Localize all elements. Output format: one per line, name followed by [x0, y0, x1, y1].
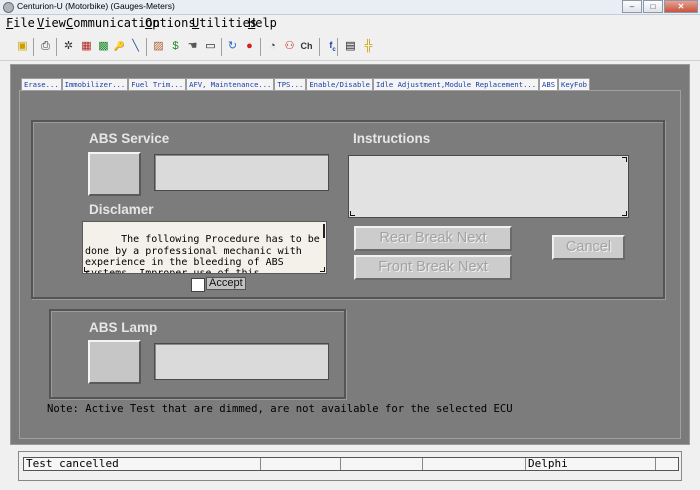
abs-lamp-field — [154, 343, 329, 380]
menu-options[interactable]: Options — [145, 16, 196, 30]
tab-strip: Erase... Immobilizer... Fuel Trim... AFV… — [21, 78, 590, 90]
resize-corner-icon — [622, 157, 627, 162]
ch-icon[interactable]: Ch — [298, 38, 315, 55]
minimize-button[interactable]: – — [622, 0, 642, 13]
app-icon — [3, 2, 14, 13]
connect-icon[interactable]: ▣ — [14, 38, 31, 55]
tool-icon[interactable]: ╲ — [127, 38, 144, 55]
tab-afv-maintenance[interactable]: AFV, Maintenance... — [186, 78, 275, 90]
car-icon[interactable]: ◔ — [264, 38, 281, 55]
disclaimer-text: The following Procedure has to be done b… — [85, 234, 326, 274]
scan-icon[interactable]: ✲ — [60, 38, 77, 55]
front-break-next-button[interactable]: Front Break Next — [354, 255, 512, 280]
title-bar: Centurion-U (Motorbike) (Gauges-Meters) … — [0, 0, 700, 15]
window-title: Centurion-U (Motorbike) (Gauges-Meters) — [17, 1, 175, 11]
resize-corner-icon — [84, 267, 89, 272]
network-icon[interactable]: ╬ — [360, 38, 377, 55]
menu-view[interactable]: View — [37, 16, 66, 30]
tab-abs[interactable]: ABS — [539, 78, 559, 90]
stop-icon[interactable]: ● — [241, 38, 258, 55]
tab-keyfob[interactable]: KeyFob — [558, 78, 590, 90]
abs-tab-panel: ABS Service Instructions Disclamer The f… — [19, 90, 681, 439]
hand-icon[interactable]: ☚ — [184, 38, 201, 55]
maximize-button[interactable]: □ — [643, 0, 663, 13]
menu-bar: File View Communication Options Utilitie… — [0, 15, 700, 33]
resize-corner-icon — [320, 267, 325, 272]
motorbike-icon[interactable]: ⚇ — [281, 38, 298, 55]
toolbar: ▣ ⎙ ✲ ▦ ▩ 🔑 ╲ ▨ $ ☚ ▭ ↻ ● ◔ ⚇ Ch fc ▤ ╬ — [0, 33, 700, 61]
resize-corner-icon — [350, 211, 355, 216]
status-message: Test cancelled — [24, 458, 261, 470]
toolbar-separator — [33, 38, 34, 56]
abs-service-title: ABS Service — [89, 131, 170, 146]
tab-erase[interactable]: Erase... — [21, 78, 62, 90]
status-cell — [423, 458, 526, 470]
disclaimer-title: Disclamer — [89, 202, 154, 217]
status-panels: Test cancelled Delphi — [23, 457, 679, 471]
toolbar-separator — [56, 38, 57, 56]
accept-checkbox[interactable] — [191, 278, 205, 292]
menu-help[interactable]: Help — [248, 16, 277, 30]
toolbar-separator — [146, 38, 147, 56]
accept-label[interactable]: Accept — [206, 277, 246, 290]
tab-immobilizer[interactable]: Immobilizer... — [61, 78, 129, 90]
tab-tps[interactable]: TPS... — [274, 78, 307, 90]
abs-lamp-title: ABS Lamp — [89, 320, 158, 335]
abs-service-field — [154, 154, 329, 191]
disclaimer-textarea[interactable]: The following Procedure has to be done b… — [82, 221, 327, 274]
menu-file[interactable]: File — [6, 16, 35, 30]
calculator-icon[interactable]: fc — [324, 38, 341, 55]
key-icon[interactable]: 🔑 — [111, 38, 128, 55]
toolbar-separator — [260, 38, 261, 56]
main-area: Erase... Immobilizer... Fuel Trim... AFV… — [10, 64, 690, 445]
cancel-button[interactable]: Cancel — [552, 235, 625, 260]
status-cell — [656, 458, 678, 470]
tab-fuel-trim[interactable]: Fuel Trim... — [128, 78, 187, 90]
abs-service-button[interactable] — [88, 152, 141, 196]
status-ecu: Delphi — [526, 458, 656, 470]
tab-idle-adjustment[interactable]: Idle Adjustment,Module Replacement... — [372, 78, 540, 90]
toolbar-separator — [319, 38, 320, 56]
battery-icon[interactable]: ▭ — [202, 38, 219, 55]
status-cell — [261, 458, 341, 470]
print-icon[interactable]: ⎙ — [37, 38, 54, 55]
instructions-text — [348, 155, 629, 218]
modules-icon[interactable]: ▩ — [95, 38, 112, 55]
graph-icon[interactable]: ▦ — [78, 38, 95, 55]
tab-enable-disable[interactable]: Enable/Disable — [306, 78, 373, 90]
status-cell — [341, 458, 423, 470]
toolbar-separator — [221, 38, 222, 56]
close-button[interactable]: ✕ — [664, 0, 698, 13]
dollar-icon[interactable]: $ — [167, 38, 184, 55]
abs-lamp-button[interactable] — [88, 340, 141, 384]
calculator-icon[interactable]: ▤ — [342, 38, 359, 55]
status-bar: Test cancelled Delphi — [18, 451, 682, 481]
rear-break-next-button[interactable]: Rear Break Next — [354, 226, 512, 251]
toolbar-separator — [337, 38, 338, 56]
resize-corner-icon — [622, 211, 627, 216]
instructions-title: Instructions — [353, 131, 431, 146]
refresh-icon[interactable]: ↻ — [224, 38, 241, 55]
scroll-caret — [323, 224, 325, 238]
engine-icon[interactable]: ▨ — [150, 38, 167, 55]
note-text: Note: Active Test that are dimmed, are n… — [47, 403, 513, 415]
